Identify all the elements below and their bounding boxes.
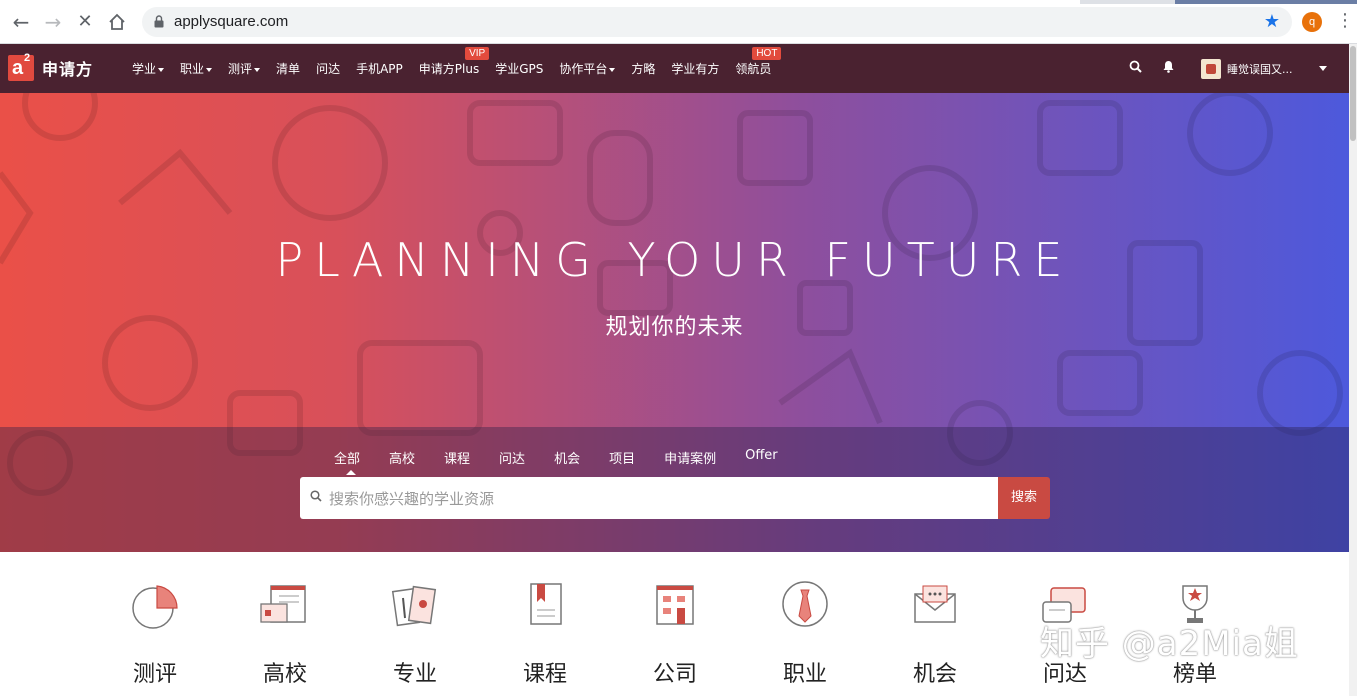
back-arrow-icon[interactable]: ← bbox=[8, 9, 34, 35]
nav-item-label: 清单 bbox=[276, 62, 301, 76]
user-avatar[interactable] bbox=[1201, 58, 1221, 79]
category-label: 机会 bbox=[912, 662, 957, 687]
building-icon bbox=[656, 585, 694, 625]
category-label: 职业 bbox=[782, 662, 827, 687]
caret-down-icon bbox=[609, 67, 616, 72]
forward-arrow-icon[interactable]: → bbox=[40, 9, 66, 35]
tab-strip-segment bbox=[1175, 0, 1357, 4]
category-5[interactable]: 职业 bbox=[740, 574, 870, 688]
bookmark-doc-icon bbox=[530, 583, 562, 625]
search-tab-6[interactable]: 申请案例 bbox=[664, 448, 716, 467]
header-actions: 睡觉误国又... bbox=[1129, 44, 1349, 93]
nav-item-2[interactable]: 测评 bbox=[220, 60, 268, 77]
nav-item-label: 协作平台 bbox=[559, 62, 608, 76]
browser-toolbar: ← → ✕ applysquare.com ★ q ⋮ bbox=[0, 0, 1357, 44]
school-id-icon bbox=[260, 585, 306, 623]
search-tab-2[interactable]: 课程 bbox=[444, 448, 470, 467]
nav-item-label: 职业 bbox=[180, 62, 205, 76]
category-6[interactable]: 机会 bbox=[870, 574, 1000, 688]
tab-strip-segment bbox=[1080, 0, 1175, 4]
nav-item-1[interactable]: 职业 bbox=[172, 60, 220, 77]
nav-item-label: 手机APP bbox=[356, 62, 403, 76]
logo-mark: a2 bbox=[8, 52, 34, 81]
category-label: 专业 bbox=[392, 662, 437, 687]
category-1[interactable]: 高校 bbox=[220, 574, 350, 688]
search-icon[interactable] bbox=[1129, 60, 1142, 77]
search-tab-1[interactable]: 高校 bbox=[389, 448, 415, 467]
nav-item-label: 学业GPS bbox=[495, 62, 544, 76]
major-cards-icon bbox=[391, 585, 437, 627]
chevron-down-icon[interactable] bbox=[1319, 66, 1327, 71]
stop-loading-icon[interactable]: ✕ bbox=[72, 9, 98, 35]
site-header: a2 申请方 学业 职业 测评 清单 问达 手机APP 申请方Plus VIP 学业GPS 协作平… bbox=[0, 44, 1349, 93]
hero-banner: PLANNING YOUR FUTURE 规划你的未来 全部 高校 课程 问达 机会 项目… bbox=[0, 93, 1349, 552]
category-3[interactable]: 课程 bbox=[480, 574, 610, 688]
nav-item-label: 申请方Plus bbox=[418, 62, 480, 76]
category-2[interactable]: 专业 bbox=[350, 574, 480, 688]
nav-item-8[interactable]: 协作平台 bbox=[551, 60, 623, 77]
category-0[interactable]: 测评 bbox=[90, 574, 220, 688]
search-icon bbox=[310, 490, 322, 502]
search-placeholder: 搜索你感兴趣的学业资源 bbox=[329, 490, 495, 508]
search-tab-0[interactable]: 全部 bbox=[334, 448, 360, 475]
address-bar[interactable]: applysquare.com ★ bbox=[142, 7, 1292, 37]
nav-item-3[interactable]: 清单 bbox=[268, 60, 308, 77]
search-input[interactable]: 搜索你感兴趣的学业资源 bbox=[300, 477, 998, 519]
user-name[interactable]: 睡觉误国又... bbox=[1227, 61, 1301, 77]
nav-item-label: 学业 bbox=[132, 62, 157, 76]
lock-icon bbox=[154, 15, 164, 28]
nav-item-9[interactable]: 方略 bbox=[623, 60, 663, 77]
home-icon[interactable] bbox=[104, 9, 130, 35]
nav-item-11[interactable]: 领航员 HOT bbox=[727, 47, 782, 77]
pie-chart-icon bbox=[132, 585, 178, 629]
category-label: 公司 bbox=[652, 662, 697, 687]
nav-item-label: 问达 bbox=[316, 62, 341, 76]
tie-icon bbox=[782, 581, 828, 627]
logo-text: 申请方 bbox=[42, 60, 94, 79]
tab-strip-edge bbox=[0, 0, 1357, 4]
profile-avatar[interactable]: q bbox=[1302, 12, 1322, 32]
category-label: 测评 bbox=[132, 662, 177, 687]
search-tab-7[interactable]: Offer bbox=[745, 448, 778, 467]
watermark: 知乎 @a2Mia姐 bbox=[1040, 624, 1299, 664]
envelope-icon bbox=[914, 585, 956, 623]
search-tabs: 全部 高校 课程 问达 机会 项目 申请案例 Offer bbox=[334, 448, 807, 475]
nav-item-label: 方略 bbox=[631, 62, 656, 76]
search-tab-3[interactable]: 问达 bbox=[499, 448, 525, 467]
hero-title: PLANNING YOUR FUTURE bbox=[275, 233, 1074, 287]
search-tab-4[interactable]: 机会 bbox=[554, 448, 580, 467]
category-4[interactable]: 公司 bbox=[610, 574, 740, 688]
nav-item-5[interactable]: 手机APP bbox=[348, 60, 411, 77]
nav-item-7[interactable]: 学业GPS bbox=[487, 60, 551, 77]
page-scrollbar[interactable] bbox=[1349, 44, 1357, 696]
search-button[interactable]: 搜索 bbox=[998, 477, 1050, 519]
bookmark-star-icon[interactable]: ★ bbox=[1264, 11, 1280, 32]
nav-item-4[interactable]: 问达 bbox=[308, 60, 348, 77]
browser-menu-icon[interactable]: ⋮ bbox=[1336, 10, 1354, 31]
url-text[interactable]: applysquare.com bbox=[174, 13, 288, 30]
nav-item-label: 学业有方 bbox=[671, 62, 720, 76]
caret-down-icon bbox=[254, 67, 261, 72]
nav-item-label: 领航员 bbox=[735, 62, 772, 76]
nav-item-label: 测评 bbox=[228, 62, 253, 76]
nav-badge: HOT bbox=[752, 47, 782, 60]
search-tab-5[interactable]: 项目 bbox=[609, 448, 635, 467]
main-menu: 学业 职业 测评 清单 问达 手机APP 申请方Plus VIP 学业GPS 协作平台 方略 学业有方… bbox=[124, 44, 782, 93]
nav-item-10[interactable]: 学业有方 bbox=[663, 60, 727, 77]
nav-item-6[interactable]: 申请方Plus VIP bbox=[411, 47, 490, 77]
category-label: 高校 bbox=[262, 662, 307, 687]
search-panel: 全部 高校 课程 问达 机会 项目 申请案例 Offer 搜索你感兴趣的学业资源 搜索 bbox=[0, 427, 1349, 552]
scrollbar-thumb[interactable] bbox=[1350, 46, 1356, 141]
bell-icon[interactable] bbox=[1162, 60, 1175, 77]
nav-item-0[interactable]: 学业 bbox=[124, 60, 172, 77]
caret-down-icon bbox=[206, 67, 213, 72]
site-logo[interactable]: a2 申请方 bbox=[8, 52, 94, 82]
nav-badge: VIP bbox=[465, 47, 490, 60]
category-label: 课程 bbox=[522, 662, 567, 687]
caret-down-icon bbox=[158, 67, 165, 72]
hero-subtitle: 规划你的未来 bbox=[605, 315, 744, 340]
